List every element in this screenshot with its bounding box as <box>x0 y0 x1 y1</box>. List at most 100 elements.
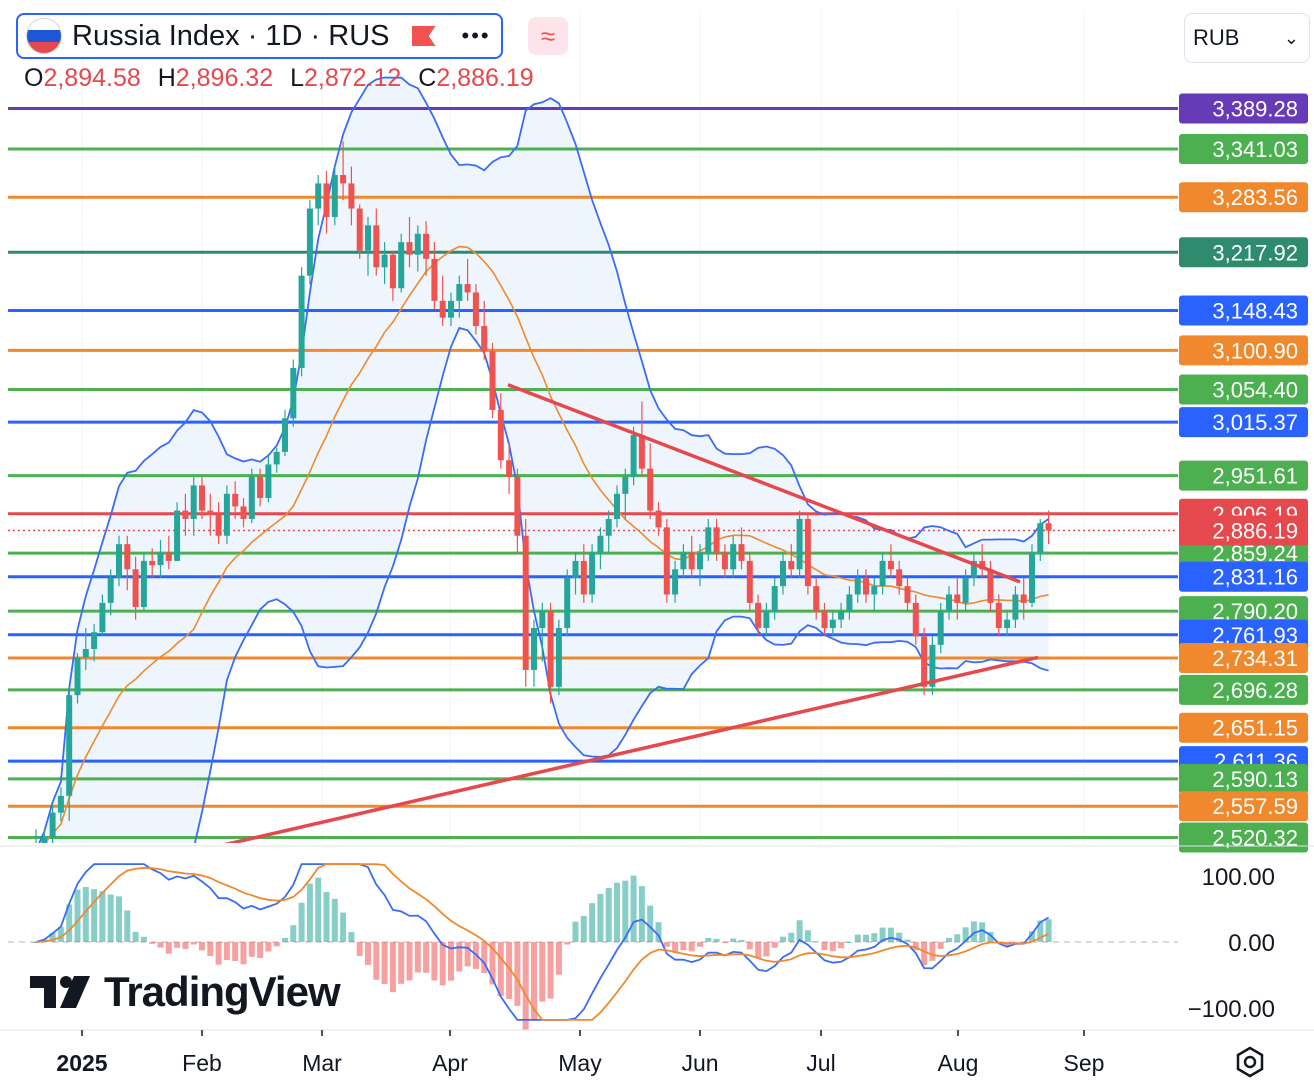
histogram-bar <box>431 942 438 981</box>
candle-body <box>82 649 89 658</box>
candle-body <box>954 594 961 603</box>
flag-marker-icon[interactable] <box>411 26 436 46</box>
candle-body <box>348 183 355 209</box>
candle-body <box>688 552 695 570</box>
oscillator-tick-label: −100.00 <box>1188 996 1275 1023</box>
histogram-bar <box>282 937 288 942</box>
histogram-bar <box>688 942 695 952</box>
settings-gear-icon[interactable] <box>1233 1045 1267 1079</box>
ohlc-readout: O2,894.58 H2,896.32 L2,872.12 C2,886.19 <box>24 64 534 93</box>
histogram-bar <box>763 942 770 957</box>
candle-body <box>995 602 1002 629</box>
histogram-bar <box>514 942 521 1006</box>
histogram-bar <box>589 903 596 942</box>
histogram-bar <box>240 942 247 965</box>
low-value: 2,872.12 <box>303 64 402 92</box>
histogram-bar <box>647 905 654 942</box>
candle-body <box>1037 523 1044 553</box>
histogram-bar <box>389 942 396 993</box>
approx-wave-icon[interactable]: ≈ <box>528 17 568 55</box>
histogram-bar <box>257 942 264 958</box>
candle-body <box>66 695 73 796</box>
histogram-bar <box>721 942 728 943</box>
candle-body <box>746 560 753 603</box>
price-pane <box>8 10 1178 843</box>
candle-body <box>987 569 994 603</box>
candle-body <box>456 284 463 301</box>
candle-body <box>398 242 405 289</box>
candle-body <box>190 485 197 519</box>
histogram-bar <box>124 910 131 942</box>
histogram-bar <box>605 887 612 942</box>
histogram-bar <box>821 942 828 951</box>
candle-body <box>755 602 762 629</box>
histogram-bar <box>497 942 504 997</box>
candle-body <box>373 225 380 268</box>
price-label-text: 3,148.43 <box>1212 299 1298 324</box>
symbol-title[interactable]: Russia Index · 1D · RUS <box>72 20 390 53</box>
candle-body <box>91 632 98 650</box>
close-label: C <box>418 64 437 92</box>
histogram-bar <box>290 925 297 942</box>
histogram-bar <box>315 877 322 942</box>
histogram-bar <box>564 942 571 945</box>
candle-body <box>464 284 471 293</box>
candle-body <box>813 586 820 612</box>
more-dots-icon[interactable]: ••• <box>462 23 491 49</box>
time-tick-label: 2025 <box>56 1050 107 1076</box>
histogram-bar <box>954 934 961 942</box>
bollinger-band-fill <box>39 77 1049 843</box>
histogram-bar <box>630 875 637 942</box>
histogram-bar <box>547 942 554 999</box>
currency-select[interactable]: RUB ⌄ <box>1184 13 1310 63</box>
symbol-legend[interactable]: Russia Index · 1D · RUS ••• <box>16 13 503 59</box>
low-label: L <box>290 64 304 92</box>
histogram-bar <box>323 891 330 942</box>
candle-body <box>838 611 845 620</box>
histogram-bar <box>174 942 181 948</box>
candle-body <box>630 435 637 478</box>
candle-body <box>49 812 56 838</box>
histogram-bar <box>730 938 737 942</box>
price-label: 2,557.59 <box>1179 791 1308 822</box>
price-label: 3,054.40 <box>1179 374 1308 405</box>
histogram-bar <box>99 891 106 942</box>
chart-canvas[interactable]: 3,389.28 3,341.03 3,283.56 3,217.92 3,148.43… <box>0 0 1314 1084</box>
candle-body <box>863 577 869 595</box>
histogram-bar <box>522 942 529 1030</box>
candle-body <box>282 418 288 452</box>
current-price-tag: 2,886.19 <box>1179 515 1308 546</box>
candle-body <box>265 464 272 499</box>
candle-body <box>672 569 679 595</box>
candle-body <box>522 535 529 670</box>
price-label: 2,590.13 <box>1179 763 1308 794</box>
candle-body <box>290 367 297 419</box>
candle-body <box>489 351 496 410</box>
histogram-bar <box>614 882 620 942</box>
candle-body <box>57 795 64 813</box>
histogram-bar <box>248 942 255 957</box>
candle-body <box>315 183 322 209</box>
price-label: 3,148.43 <box>1179 295 1308 326</box>
candle-body <box>165 552 172 561</box>
candle-body <box>182 510 189 519</box>
histogram-bar <box>929 942 936 961</box>
candle-body <box>614 493 620 519</box>
oscillator-tick-label: 100.00 <box>1202 864 1275 891</box>
candle-body <box>887 560 894 570</box>
candle-body <box>580 560 587 595</box>
candle-body <box>439 300 446 318</box>
histogram-bar <box>680 942 687 951</box>
chevron-down-icon: ⌄ <box>1283 27 1299 48</box>
price-label-text: 2,651.15 <box>1212 716 1298 741</box>
currency-value: RUB <box>1193 25 1240 50</box>
candle-body <box>381 254 388 268</box>
histogram-bar <box>265 942 272 952</box>
candle-body <box>622 477 629 494</box>
histogram-bar <box>813 941 820 943</box>
histogram-bar <box>116 896 122 942</box>
price-label: 3,283.56 <box>1179 182 1308 213</box>
candle-body <box>414 233 421 255</box>
price-label-text: 3,283.56 <box>1212 185 1298 210</box>
histogram-bar <box>539 942 546 1002</box>
